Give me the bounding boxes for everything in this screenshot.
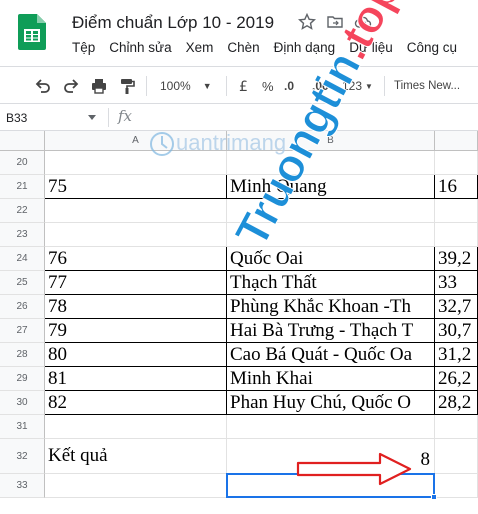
app-header: Điểm chuẩn Lớp 10 - 2019 Tệp Chỉnh sửa X… — [0, 0, 478, 66]
menu-edit[interactable]: Chỉnh sửa — [109, 40, 171, 55]
decrease-decimal-button[interactable]: .0 — [284, 76, 294, 96]
cell-c-31[interactable] — [435, 415, 478, 439]
cell-c-22[interactable] — [435, 199, 478, 223]
cell-a-24[interactable]: 76 — [45, 247, 227, 271]
cell-b-31[interactable] — [227, 415, 435, 439]
cell-b-26[interactable]: Phùng Khắc Khoan -Th — [227, 295, 435, 319]
zoom-select[interactable]: 100% ▼ — [160, 76, 212, 96]
menu-data[interactable]: Dữ liệu — [349, 40, 393, 55]
row-header-20[interactable]: 20 — [0, 151, 45, 175]
font-family-select[interactable]: Times New... — [394, 76, 460, 96]
number-format-select[interactable]: 123 ▼ — [342, 76, 373, 96]
cell-a-25[interactable]: 77 — [45, 271, 227, 295]
cell-a-31[interactable] — [45, 415, 227, 439]
cell-a-23[interactable] — [45, 223, 227, 247]
cell-b-32[interactable]: 8 — [227, 439, 435, 474]
row-header-29[interactable]: 29 — [0, 367, 45, 391]
row-header-21[interactable]: 21 — [0, 175, 45, 199]
cell-b-24[interactable]: Quốc Oai — [227, 247, 435, 271]
number-format-dropdown-icon: ▼ — [365, 81, 373, 91]
cell-c-20[interactable] — [435, 151, 478, 175]
cell-c-33[interactable] — [435, 474, 478, 498]
cell-c-25[interactable]: 33 — [435, 271, 478, 295]
column-header-a[interactable]: A — [45, 131, 227, 151]
menu-bar: Tệp Chỉnh sửa Xem Chèn Định dạng Dữ liệu… — [72, 40, 471, 55]
cell-b-22[interactable] — [227, 199, 435, 223]
menu-file[interactable]: Tệp — [72, 40, 95, 55]
row-header-26[interactable]: 26 — [0, 295, 45, 319]
row-header-23[interactable]: 23 — [0, 223, 45, 247]
row-header-24[interactable]: 24 — [0, 247, 45, 271]
currency-icon[interactable]: £ — [236, 76, 252, 96]
cell-b-25[interactable]: Thạch Thất — [227, 271, 435, 295]
cell-c-30[interactable]: 28,2 — [435, 391, 478, 415]
paint-format-icon[interactable] — [118, 76, 136, 96]
row-header-30[interactable]: 30 — [0, 391, 45, 415]
cell-b-20[interactable] — [227, 151, 435, 175]
cell-c-27[interactable]: 30,7 — [435, 319, 478, 343]
spreadsheet-grid[interactable]: A B 20 21 75 Minh Quang 16 22 23 24 76 Quốc Oai 39… — [0, 131, 478, 514]
document-title[interactable]: Điểm chuẩn Lớp 10 - 2019 — [72, 13, 274, 33]
cell-a-27[interactable]: 79 — [45, 319, 227, 343]
column-header-c[interactable] — [435, 131, 478, 151]
row-header-27[interactable]: 27 — [0, 319, 45, 343]
cell-c-28[interactable]: 31,2 — [435, 343, 478, 367]
cell-c-24[interactable]: 39,2 — [435, 247, 478, 271]
row-header-31[interactable]: 31 — [0, 415, 45, 439]
menu-format[interactable]: Định dạng — [274, 40, 336, 55]
cell-b-23[interactable] — [227, 223, 435, 247]
cell-a-33[interactable] — [45, 474, 227, 498]
menu-insert[interactable]: Chèn — [227, 40, 259, 55]
redo-icon[interactable] — [62, 76, 80, 96]
cell-a-26[interactable]: 78 — [45, 295, 227, 319]
row-header-25[interactable]: 25 — [0, 271, 45, 295]
formula-bar: B33 fx — [0, 104, 478, 131]
row-header-22[interactable]: 22 — [0, 199, 45, 223]
cell-c-32[interactable] — [435, 439, 478, 474]
name-box-dropdown-icon[interactable] — [88, 115, 96, 120]
cell-b-30[interactable]: Phan Huy Chú, Quốc O — [227, 391, 435, 415]
number-format-value: 123 — [342, 79, 363, 93]
cell-b-27[interactable]: Hai Bà Trưng - Thạch T — [227, 319, 435, 343]
row-header-32[interactable]: 32 — [0, 439, 45, 474]
cell-c-26[interactable]: 32,7 — [435, 295, 478, 319]
cell-c-23[interactable] — [435, 223, 478, 247]
column-header-b[interactable]: B — [227, 131, 435, 151]
cell-a-21[interactable]: 75 — [45, 175, 227, 199]
menu-view[interactable]: Xem — [186, 40, 214, 55]
print-icon[interactable] — [90, 76, 108, 96]
fill-handle[interactable] — [431, 494, 437, 500]
row-header-33[interactable]: 33 — [0, 474, 45, 498]
cell-a-29[interactable]: 81 — [45, 367, 227, 391]
cell-a-28[interactable]: 80 — [45, 343, 227, 367]
zoom-dropdown-icon: ▼ — [202, 81, 212, 91]
formula-separator — [108, 108, 109, 127]
fx-label: fx — [118, 107, 133, 125]
cell-a-30[interactable]: 82 — [45, 391, 227, 415]
toolbar: 100% ▼ £ % .0 .00 123 ▼ Times New... — [0, 66, 478, 104]
cell-b-21[interactable]: Minh Quang — [227, 175, 435, 199]
row-header-28[interactable]: 28 — [0, 343, 45, 367]
star-icon[interactable] — [298, 13, 316, 31]
cell-c-21[interactable]: 16 — [435, 175, 478, 199]
select-all-corner[interactable] — [0, 131, 45, 151]
selected-cell-border — [226, 473, 435, 498]
cell-b-29[interactable]: Minh Khai — [227, 367, 435, 391]
menu-tools[interactable]: Công cụ — [407, 40, 457, 55]
svg-text:£: £ — [239, 79, 248, 95]
undo-icon[interactable] — [34, 76, 52, 96]
cell-c-29[interactable]: 26,2 — [435, 367, 478, 391]
percent-format-button[interactable]: % — [262, 76, 274, 96]
cloud-status-icon[interactable] — [354, 13, 372, 31]
increase-decimal-button[interactable]: .00 — [312, 76, 329, 96]
move-to-folder-icon[interactable] — [326, 13, 344, 31]
sheets-logo-icon[interactable] — [18, 14, 46, 50]
zoom-value: 100% — [160, 79, 191, 93]
cell-a-22[interactable] — [45, 199, 227, 223]
cell-a-20[interactable] — [45, 151, 227, 175]
cell-a-32[interactable]: Kết quả — [45, 439, 227, 474]
cell-b-28[interactable]: Cao Bá Quát - Quốc Oa — [227, 343, 435, 367]
